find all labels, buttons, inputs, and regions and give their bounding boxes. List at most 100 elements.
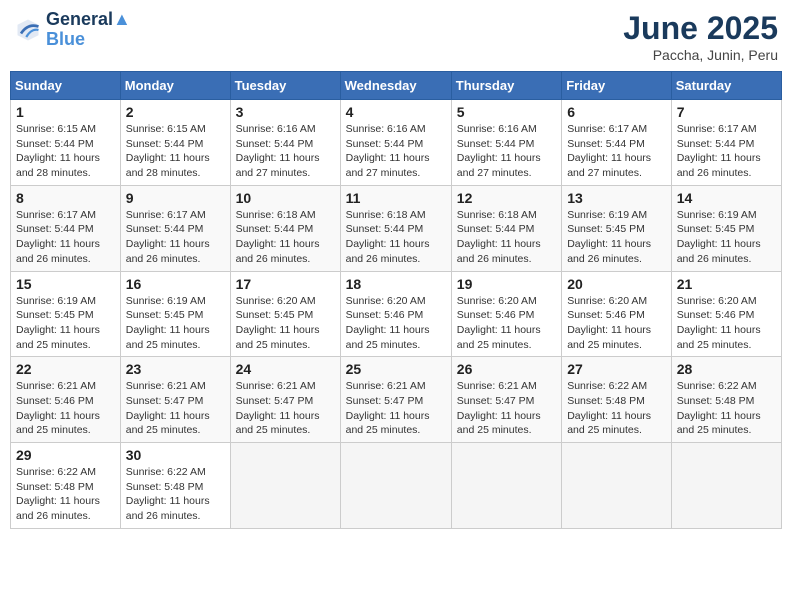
subtitle: Paccha, Junin, Peru xyxy=(623,47,778,63)
day-info: Sunrise: 6:17 AMSunset: 5:44 PMDaylight:… xyxy=(677,122,776,181)
calendar-cell: 9 Sunrise: 6:17 AMSunset: 5:44 PMDaylight… xyxy=(120,185,230,271)
day-number: 6 xyxy=(567,104,666,120)
day-info: Sunrise: 6:21 AMSunset: 5:47 PMDaylight:… xyxy=(126,379,225,438)
week-row-1: 1 Sunrise: 6:15 AMSunset: 5:44 PMDaylight… xyxy=(11,100,782,186)
day-info: Sunrise: 6:18 AMSunset: 5:44 PMDaylight:… xyxy=(236,208,335,267)
calendar-cell: 29 Sunrise: 6:22 AMSunset: 5:48 PMDayligh… xyxy=(11,443,121,529)
calendar-cell: 7 Sunrise: 6:17 AMSunset: 5:44 PMDaylight… xyxy=(671,100,781,186)
day-info: Sunrise: 6:15 AMSunset: 5:44 PMDaylight:… xyxy=(16,122,115,181)
calendar-cell: 19 Sunrise: 6:20 AMSunset: 5:46 PMDayligh… xyxy=(451,271,561,357)
calendar-cell xyxy=(671,443,781,529)
calendar-cell: 17 Sunrise: 6:20 AMSunset: 5:45 PMDayligh… xyxy=(230,271,340,357)
day-number: 12 xyxy=(457,190,556,206)
day-header-monday: Monday xyxy=(120,72,230,100)
calendar-cell: 16Sunrise: 6:19 AMSunset: 5:45 PMDayligh… xyxy=(120,271,230,357)
day-info: Sunrise: 6:17 AMSunset: 5:44 PMDaylight:… xyxy=(567,122,666,181)
calendar-cell: 18 Sunrise: 6:20 AMSunset: 5:46 PMDayligh… xyxy=(340,271,451,357)
calendar-cell: 26 Sunrise: 6:21 AMSunset: 5:47 PMDayligh… xyxy=(451,357,561,443)
day-info: Sunrise: 6:21 AMSunset: 5:46 PMDaylight:… xyxy=(16,379,115,438)
day-info: Sunrise: 6:17 AMSunset: 5:44 PMDaylight:… xyxy=(16,208,115,267)
calendar-cell: 21 Sunrise: 6:20 AMSunset: 5:46 PMDayligh… xyxy=(671,271,781,357)
calendar-cell: 12Sunrise: 6:18 AMSunset: 5:44 PMDayligh… xyxy=(451,185,561,271)
day-number: 9 xyxy=(126,190,225,206)
calendar-cell: 28 Sunrise: 6:22 AMSunset: 5:48 PMDayligh… xyxy=(671,357,781,443)
day-info: Sunrise: 6:16 AMSunset: 5:44 PMDaylight:… xyxy=(346,122,446,181)
calendar-cell: 27Sunrise: 6:22 AMSunset: 5:48 PMDayligh… xyxy=(562,357,672,443)
logo-icon xyxy=(14,16,42,44)
calendar-cell: 13 Sunrise: 6:19 AMSunset: 5:45 PMDayligh… xyxy=(562,185,672,271)
day-info: Sunrise: 6:21 AMSunset: 5:47 PMDaylight:… xyxy=(457,379,556,438)
day-info: Sunrise: 6:16 AMSunset: 5:44 PMDaylight:… xyxy=(457,122,556,181)
calendar-cell: 14 Sunrise: 6:19 AMSunset: 5:45 PMDayligh… xyxy=(671,185,781,271)
day-number: 22 xyxy=(16,361,115,377)
calendar-cell: 11 Sunrise: 6:18 AMSunset: 5:44 PMDayligh… xyxy=(340,185,451,271)
day-info: Sunrise: 6:18 AMSunset: 5:44 PMDaylight:… xyxy=(346,208,446,267)
day-header-tuesday: Tuesday xyxy=(230,72,340,100)
day-number: 28 xyxy=(677,361,776,377)
day-number: 21 xyxy=(677,276,776,292)
day-info: Sunrise: 6:19 AMSunset: 5:45 PMDaylight:… xyxy=(567,208,666,267)
day-number: 14 xyxy=(677,190,776,206)
day-header-wednesday: Wednesday xyxy=(340,72,451,100)
day-number: 2 xyxy=(126,104,225,120)
day-number: 25 xyxy=(346,361,446,377)
day-number: 26 xyxy=(457,361,556,377)
day-info: Sunrise: 6:20 AMSunset: 5:46 PMDaylight:… xyxy=(457,294,556,353)
calendar-cell: 20 Sunrise: 6:20 AMSunset: 5:46 PMDayligh… xyxy=(562,271,672,357)
day-info: Sunrise: 6:15 AMSunset: 5:44 PMDaylight:… xyxy=(126,122,225,181)
day-number: 19 xyxy=(457,276,556,292)
day-info: Sunrise: 6:20 AMSunset: 5:45 PMDaylight:… xyxy=(236,294,335,353)
title-area: June 2025 Paccha, Junin, Peru xyxy=(623,10,778,63)
calendar-cell: 6 Sunrise: 6:17 AMSunset: 5:44 PMDaylight… xyxy=(562,100,672,186)
calendar-cell: 4 Sunrise: 6:16 AMSunset: 5:44 PMDaylight… xyxy=(340,100,451,186)
day-info: Sunrise: 6:16 AMSunset: 5:44 PMDaylight:… xyxy=(236,122,335,181)
header: General▲ Blue June 2025 Paccha, Junin, P… xyxy=(10,10,782,63)
day-header-thursday: Thursday xyxy=(451,72,561,100)
calendar-cell: 23 Sunrise: 6:21 AMSunset: 5:47 PMDayligh… xyxy=(120,357,230,443)
week-row-3: 15 Sunrise: 6:19 AMSunset: 5:45 PMDayligh… xyxy=(11,271,782,357)
day-number: 18 xyxy=(346,276,446,292)
day-info: Sunrise: 6:19 AMSunset: 5:45 PMDaylight:… xyxy=(677,208,776,267)
day-number: 23 xyxy=(126,361,225,377)
day-info: Sunrise: 6:22 AMSunset: 5:48 PMDaylight:… xyxy=(677,379,776,438)
day-info: Sunrise: 6:19 AMSunset: 5:45 PMDaylight:… xyxy=(126,294,225,353)
day-info: Sunrise: 6:20 AMSunset: 5:46 PMDaylight:… xyxy=(677,294,776,353)
day-number: 29 xyxy=(16,447,115,463)
calendar-cell: 8Sunrise: 6:17 AMSunset: 5:44 PMDaylight… xyxy=(11,185,121,271)
day-number: 4 xyxy=(346,104,446,120)
day-number: 1 xyxy=(16,104,115,120)
day-info: Sunrise: 6:19 AMSunset: 5:45 PMDaylight:… xyxy=(16,294,115,353)
week-row-5: 29 Sunrise: 6:22 AMSunset: 5:48 PMDayligh… xyxy=(11,443,782,529)
calendar-cell: 25 Sunrise: 6:21 AMSunset: 5:47 PMDayligh… xyxy=(340,357,451,443)
week-row-2: 8Sunrise: 6:17 AMSunset: 5:44 PMDaylight… xyxy=(11,185,782,271)
day-number: 17 xyxy=(236,276,335,292)
day-number: 11 xyxy=(346,190,446,206)
logo-text: General▲ Blue xyxy=(46,10,131,50)
calendar-cell xyxy=(562,443,672,529)
day-number: 20 xyxy=(567,276,666,292)
calendar: SundayMondayTuesdayWednesdayThursdayFrid… xyxy=(10,71,782,529)
day-number: 13 xyxy=(567,190,666,206)
day-number: 15 xyxy=(16,276,115,292)
day-number: 7 xyxy=(677,104,776,120)
day-info: Sunrise: 6:17 AMSunset: 5:44 PMDaylight:… xyxy=(126,208,225,267)
calendar-cell: 22 Sunrise: 6:21 AMSunset: 5:46 PMDayligh… xyxy=(11,357,121,443)
day-header-friday: Friday xyxy=(562,72,672,100)
day-info: Sunrise: 6:22 AMSunset: 5:48 PMDaylight:… xyxy=(567,379,666,438)
logo: General▲ Blue xyxy=(14,10,131,50)
week-row-4: 22 Sunrise: 6:21 AMSunset: 5:46 PMDayligh… xyxy=(11,357,782,443)
day-info: Sunrise: 6:20 AMSunset: 5:46 PMDaylight:… xyxy=(567,294,666,353)
day-info: Sunrise: 6:21 AMSunset: 5:47 PMDaylight:… xyxy=(346,379,446,438)
calendar-cell: 2 Sunrise: 6:15 AMSunset: 5:44 PMDaylight… xyxy=(120,100,230,186)
day-number: 10 xyxy=(236,190,335,206)
calendar-cell: 30Sunrise: 6:22 AMSunset: 5:48 PMDayligh… xyxy=(120,443,230,529)
calendar-cell xyxy=(230,443,340,529)
calendar-cell: 10 Sunrise: 6:18 AMSunset: 5:44 PMDayligh… xyxy=(230,185,340,271)
calendar-cell: 3Sunrise: 6:16 AMSunset: 5:44 PMDaylight… xyxy=(230,100,340,186)
calendar-cell: 5 Sunrise: 6:16 AMSunset: 5:44 PMDaylight… xyxy=(451,100,561,186)
day-info: Sunrise: 6:20 AMSunset: 5:46 PMDaylight:… xyxy=(346,294,446,353)
day-number: 5 xyxy=(457,104,556,120)
calendar-cell: 24Sunrise: 6:21 AMSunset: 5:47 PMDayligh… xyxy=(230,357,340,443)
calendar-cell: 15 Sunrise: 6:19 AMSunset: 5:45 PMDayligh… xyxy=(11,271,121,357)
day-info: Sunrise: 6:22 AMSunset: 5:48 PMDaylight:… xyxy=(16,465,115,524)
